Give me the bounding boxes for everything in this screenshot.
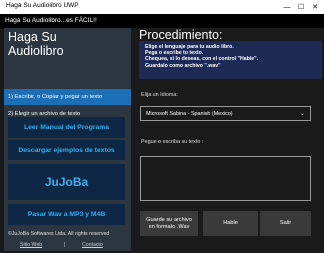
save-wav-button[interactable]: Guarde su archivo en formato .Wav xyxy=(140,211,198,236)
sidebar: Haga Su Audiolibro 1) Escribir, o Copiar… xyxy=(4,28,131,251)
save-button-line2: en formato .Wav xyxy=(148,223,190,230)
save-button-line1: Guarde su archivo xyxy=(146,216,192,223)
jujoba-button[interactable]: JuJoBa xyxy=(8,164,125,200)
sidebar-title-line2: Audiolibro xyxy=(8,44,64,58)
sidebar-item-write-text[interactable]: 1) Escribir, o Copiar y pegar un texto xyxy=(4,89,131,105)
sidebar-item-label: 1) Escribir, o Copiar y pegar un texto xyxy=(8,94,103,100)
minimize-icon[interactable]: — xyxy=(280,0,294,14)
instruction-line: Guardalo como archivo ".wav" xyxy=(145,62,221,69)
instructions-box: Elige el lenguaje para tu audio libro. P… xyxy=(139,41,322,79)
link-separator: | xyxy=(64,242,66,248)
sidebar-title-line1: Haga Su xyxy=(8,30,57,44)
copyright-text: ©JuJoBa Softwares Ltda. All rights reser… xyxy=(8,231,110,237)
title-bar: Haga Su Audiolibro UWP — ☐ ✕ xyxy=(0,0,324,14)
speak-button[interactable]: Hable xyxy=(203,211,258,236)
exit-button[interactable]: Salir xyxy=(260,211,311,236)
close-icon[interactable]: ✕ xyxy=(308,0,322,14)
contact-link[interactable]: Contacto xyxy=(82,242,103,248)
read-manual-button[interactable]: Leer Manual del Programa xyxy=(8,117,125,138)
convert-wav-button[interactable]: Pasar Wav a MP3 y M4B xyxy=(8,204,125,225)
procedure-title: Procedimiento: xyxy=(139,28,223,42)
chevron-down-icon: ⌄ xyxy=(299,111,305,117)
app-header: Haga Su Audiolibro...es FÁCIL!! xyxy=(0,14,324,29)
language-select[interactable]: Microsoft Sabina - Spanish (Mexico) ⌄ xyxy=(140,106,311,121)
window-title: Haga Su Audiolibro UWP xyxy=(6,2,79,9)
download-examples-button[interactable]: Descargar ejemplos de textos xyxy=(8,140,125,160)
website-link[interactable]: Sitio Web xyxy=(20,242,42,248)
app-subtitle: Haga Su Audiolibro...es FÁCIL!! xyxy=(5,17,97,24)
footer-links: Sitio Web | Contacto xyxy=(4,241,131,251)
sidebar-title: Haga Su Audiolibro xyxy=(8,30,128,58)
text-label: Pegue o escriba su texto : xyxy=(141,139,204,145)
language-select-value: Microsoft Sabina - Spanish (Mexico) xyxy=(146,110,233,117)
maximize-icon[interactable]: ☐ xyxy=(294,0,308,14)
language-label: Elija un Idioma: xyxy=(141,92,178,98)
text-input[interactable] xyxy=(140,156,311,201)
